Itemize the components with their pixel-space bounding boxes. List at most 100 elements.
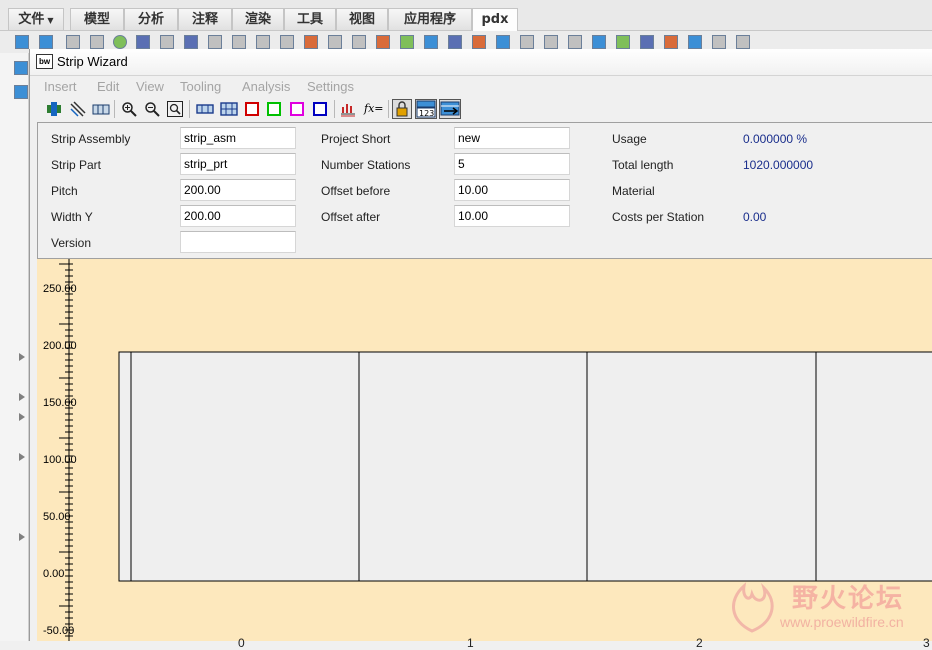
tool-icon[interactable] <box>90 35 104 49</box>
strip-assembly-label: Strip Assembly <box>51 132 131 146</box>
red-square-icon[interactable] <box>244 101 260 117</box>
tab-annotation[interactable]: 注释 <box>178 8 232 30</box>
tool-icon[interactable] <box>592 35 606 49</box>
tab-file[interactable]: 文件 ▼ <box>8 8 64 30</box>
strip-wizard-window: bw Strip Wizard Insert Edit View Tooling… <box>29 49 932 650</box>
project-short-label: Project Short <box>321 132 391 146</box>
y-tick-label: 100.00 <box>43 454 77 466</box>
width-y-field[interactable] <box>180 205 296 227</box>
offset-before-field[interactable] <box>454 179 570 201</box>
blue-square-icon[interactable] <box>312 101 328 117</box>
version-field[interactable] <box>180 231 296 253</box>
zoom-out-icon[interactable] <box>144 101 160 117</box>
strip-insert-icon[interactable] <box>46 101 62 117</box>
tool-icon[interactable] <box>160 35 174 49</box>
tool-icon[interactable] <box>352 35 366 49</box>
tool-icon[interactable] <box>664 35 678 49</box>
tool-icon[interactable] <box>568 35 582 49</box>
watermark-logo-icon <box>732 582 774 633</box>
tool-icon[interactable] <box>520 35 534 49</box>
tool-icon[interactable] <box>208 35 222 49</box>
y-tick-label: 250.00 <box>43 283 77 295</box>
view-grid-icon[interactable] <box>220 101 238 117</box>
toolbar-separator <box>334 100 335 118</box>
tool-icon[interactable] <box>712 35 726 49</box>
strip-outline[interactable] <box>118 351 932 582</box>
menu-settings[interactable]: Settings <box>307 79 354 94</box>
tool-icon[interactable] <box>39 35 53 49</box>
export-icon[interactable] <box>439 99 461 119</box>
zoom-in-icon[interactable] <box>121 101 137 117</box>
y-tick-label: 150.00 <box>43 397 77 409</box>
tool-icon[interactable] <box>328 35 342 49</box>
tab-render[interactable]: 渲染 <box>232 8 284 30</box>
toolbar-separator <box>388 100 389 118</box>
tool-icon[interactable] <box>736 35 750 49</box>
tab-view[interactable]: 视图 <box>336 8 388 30</box>
offset-after-label: Offset after <box>321 210 381 224</box>
tool-icon[interactable] <box>14 85 28 99</box>
lock-icon[interactable] <box>392 99 412 119</box>
tool-icon[interactable] <box>280 35 294 49</box>
menu-insert[interactable]: Insert <box>44 79 77 94</box>
tab-applications[interactable]: 应用程序 <box>388 8 472 30</box>
tool-icon[interactable] <box>376 35 390 49</box>
watermark-title: 野火论坛 <box>792 584 905 614</box>
numbering-icon[interactable]: 123 <box>415 99 437 119</box>
tool-icon[interactable] <box>184 35 198 49</box>
tool-icon[interactable] <box>496 35 510 49</box>
y-tick-label: -50.00 <box>43 625 75 637</box>
vertical-ruler: 250.00 200.00 150.00 100.00 50.00 0.00 -… <box>37 259 85 641</box>
expand-arrow-icon[interactable] <box>19 393 25 401</box>
strip-parameters-panel: Strip Assembly Strip Part Pitch Width Y … <box>37 122 932 259</box>
green-square-icon[interactable] <box>266 101 282 117</box>
strip-part-label: Strip Part <box>51 158 102 172</box>
tool-icon[interactable] <box>424 35 438 49</box>
tool-icon[interactable] <box>14 61 28 75</box>
tool-icon[interactable] <box>616 35 630 49</box>
tool-icon[interactable] <box>15 35 29 49</box>
expand-arrow-icon[interactable] <box>19 453 25 461</box>
expand-arrow-icon[interactable] <box>19 533 25 541</box>
project-short-field[interactable] <box>454 127 570 149</box>
tool-icon[interactable] <box>472 35 486 49</box>
station-label: 0 <box>238 636 245 650</box>
menu-view[interactable]: View <box>136 79 164 94</box>
strip-assembly-field[interactable] <box>180 127 296 149</box>
tab-analysis[interactable]: 分析 <box>124 8 178 30</box>
tab-model[interactable]: 模型 <box>70 8 124 30</box>
number-stations-label: Number Stations <box>321 158 411 172</box>
number-stations-field[interactable] <box>454 153 570 175</box>
offset-after-field[interactable] <box>454 205 570 227</box>
tool-icon[interactable] <box>232 35 246 49</box>
expand-arrow-icon[interactable] <box>19 413 25 421</box>
window-titlebar[interactable]: bw Strip Wizard <box>30 49 932 76</box>
formula-icon[interactable]: fx= <box>364 101 384 117</box>
cost-chart-icon[interactable] <box>340 101 356 117</box>
tool-icon[interactable] <box>304 35 318 49</box>
tab-tools[interactable]: 工具 <box>284 8 336 30</box>
magenta-square-icon[interactable] <box>289 101 305 117</box>
hatch-icon[interactable] <box>70 101 86 117</box>
tool-icon[interactable] <box>136 35 150 49</box>
station-icon[interactable] <box>92 101 110 117</box>
strip-part-field[interactable] <box>180 153 296 175</box>
tool-icon[interactable] <box>688 35 702 49</box>
tool-icon[interactable] <box>400 35 414 49</box>
tab-pdx[interactable]: pdx <box>472 8 518 31</box>
ruler-tick-group <box>59 263 73 637</box>
tool-icon[interactable] <box>256 35 270 49</box>
view-strip-icon[interactable] <box>196 101 214 117</box>
menu-edit[interactable]: Edit <box>97 79 119 94</box>
tool-icon[interactable] <box>544 35 558 49</box>
tool-icon[interactable] <box>113 35 127 49</box>
menu-tooling[interactable]: Tooling <box>180 79 221 94</box>
zoom-fit-icon[interactable] <box>167 101 183 117</box>
tool-icon[interactable] <box>66 35 80 49</box>
tool-icon[interactable] <box>640 35 654 49</box>
menu-analysis[interactable]: Analysis <box>242 79 290 94</box>
tool-icon[interactable] <box>448 35 462 49</box>
total-length-label: Total length <box>612 158 674 172</box>
expand-arrow-icon[interactable] <box>19 353 25 361</box>
pitch-field[interactable] <box>180 179 296 201</box>
